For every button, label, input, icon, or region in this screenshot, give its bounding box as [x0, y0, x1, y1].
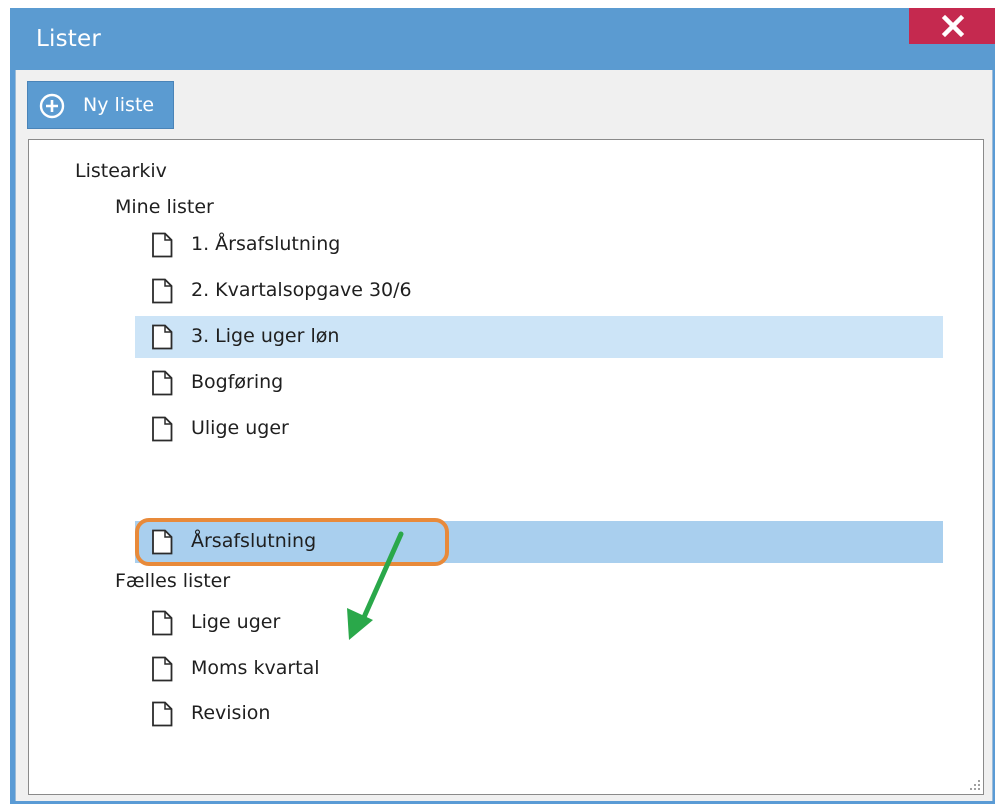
- list-item-label: Bogføring: [191, 371, 284, 393]
- list-item-label: 1. Årsafslutning: [191, 233, 341, 255]
- document-icon: [152, 324, 173, 350]
- document-icon: [152, 656, 173, 682]
- window-title: Lister: [36, 26, 102, 52]
- list-item[interactable]: Bogføring: [135, 362, 943, 404]
- dialog-body: Ny liste Listearkiv Mine lister 1. Årsaf…: [15, 70, 993, 801]
- lister-dialog: Lister Ny liste Listearkiv Mine lister 1…: [10, 8, 995, 804]
- list-item-label: Årsafslutning: [191, 530, 317, 552]
- list-item[interactable]: Revision: [135, 693, 943, 735]
- list-item-label: Ulige uger: [191, 417, 289, 439]
- list-item-label: Revision: [191, 702, 271, 724]
- document-icon: [152, 529, 173, 555]
- document-icon: [152, 278, 173, 304]
- close-button[interactable]: [909, 8, 995, 44]
- list-item[interactable]: 3. Lige uger løn: [135, 316, 943, 358]
- resize-grip[interactable]: [967, 778, 981, 792]
- document-icon: [152, 610, 173, 636]
- plus-circle-icon: [39, 93, 65, 119]
- list-item-label: 3. Lige uger løn: [191, 325, 340, 347]
- document-icon: [152, 416, 173, 442]
- tree-group-label: Fælles lister: [115, 570, 231, 592]
- document-icon: [152, 232, 173, 258]
- list-item-selected[interactable]: Årsafslutning: [135, 521, 943, 563]
- list-item[interactable]: 2. Kvartalsopgave 30/6: [135, 270, 943, 312]
- tree-group-mine-lister[interactable]: Mine lister: [79, 188, 379, 228]
- tree-node-listearkiv[interactable]: Listearkiv: [39, 152, 339, 192]
- document-icon: [152, 370, 173, 396]
- list-item[interactable]: Moms kvartal: [135, 648, 943, 690]
- list-item[interactable]: 1. Årsafslutning: [135, 224, 943, 266]
- title-bar[interactable]: Lister: [10, 8, 995, 70]
- list-item-label: Moms kvartal: [191, 657, 320, 679]
- document-icon: [152, 701, 173, 727]
- tree-node-label: Listearkiv: [75, 160, 167, 182]
- close-icon: [941, 14, 965, 38]
- list-item-label: 2. Kvartalsopgave 30/6: [191, 279, 412, 301]
- tree-group-label: Mine lister: [115, 196, 214, 218]
- list-item[interactable]: Ulige uger: [135, 408, 943, 450]
- list-item-label: Lige uger: [191, 611, 281, 633]
- list-tree: Listearkiv Mine lister 1. Årsafslutning: [28, 139, 984, 795]
- list-item[interactable]: Lige uger: [135, 602, 943, 644]
- new-list-label: Ny liste: [83, 94, 155, 116]
- tree-group-faelles-lister[interactable]: Fælles lister: [79, 562, 379, 602]
- new-list-button[interactable]: Ny liste: [27, 81, 174, 129]
